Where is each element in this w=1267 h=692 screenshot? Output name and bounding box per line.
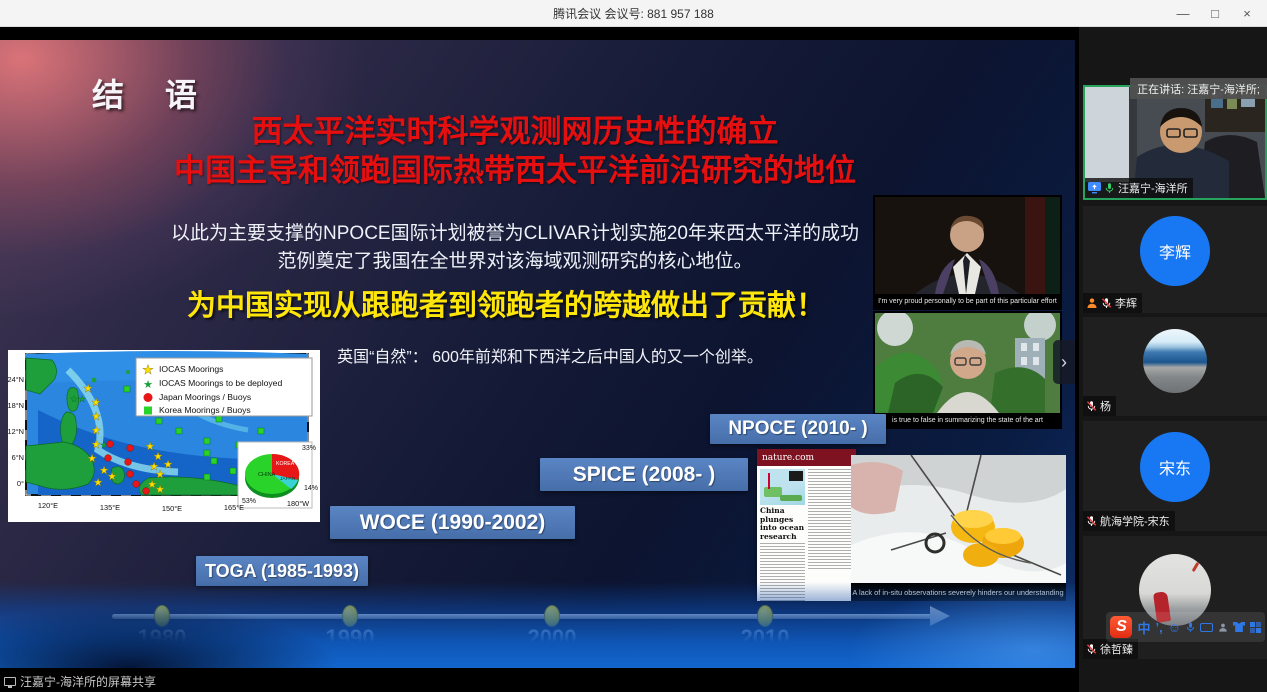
ime-toolbar[interactable]: S 中 ’, ☺: [1106, 612, 1265, 642]
svg-text:12°N: 12°N: [8, 427, 24, 436]
video-caption: I'm very proud personally to be part of …: [875, 294, 1060, 308]
avatar: 李辉: [1140, 216, 1210, 286]
legend-label: IOCAS Moorings to be deployed: [159, 378, 282, 388]
svg-text:★: ★: [91, 397, 101, 409]
svg-text:★: ★: [163, 459, 173, 471]
svg-text:★: ★: [107, 471, 117, 483]
video-caption: is true to false in summarizing the stat…: [875, 413, 1060, 427]
svg-text:18°N: 18°N: [8, 401, 24, 410]
svg-text:24°N: 24°N: [8, 375, 24, 384]
ime-toolbox-icon[interactable]: [1250, 622, 1261, 633]
pie-japan-label: JAPAN: [280, 476, 296, 482]
participant-tile-songdong[interactable]: 宋东 航海学院-宋东: [1083, 421, 1267, 531]
screen-share-area: 结 语 西太平洋实时科学观测网历史性的确立 中国主导和领跑国际热带西太平洋前沿研…: [0, 27, 1075, 692]
legend-label: Japan Moorings / Buoys: [159, 392, 251, 402]
presentation-slide: 结 语 西太平洋实时科学观测网历史性的确立 中国主导和领跑国际热带西太平洋前沿研…: [0, 40, 1075, 668]
participant-name: 徐哲臻: [1100, 641, 1133, 657]
minimize-button[interactable]: —: [1169, 3, 1197, 25]
map-legend: ★ ★ IOCAS Moorings IOCAS Moorings to be …: [136, 358, 312, 416]
mic-muted-icon: [1086, 515, 1097, 527]
ime-punctuation-icon[interactable]: ’,: [1155, 620, 1162, 635]
share-status-bar: 汪嘉宁-海洋所的屏幕共享: [4, 673, 156, 690]
svg-text:120°E: 120°E: [38, 501, 58, 510]
svg-text:180°W: 180°W: [287, 499, 309, 508]
participant-tile-wangjianing[interactable]: 汪嘉宁-海洋所: [1083, 85, 1267, 200]
slide-section-title: 结 语: [92, 70, 213, 116]
pie-korea-pct: 33%: [302, 445, 316, 452]
host-person-icon: [1086, 297, 1098, 309]
timeline-label-spice: SPICE (2008- ): [540, 458, 748, 491]
svg-text:★: ★: [87, 453, 97, 465]
nature-photo-thumb: [789, 471, 803, 481]
svg-text:6°N: 6°N: [12, 453, 24, 462]
ime-language-mode[interactable]: 中: [1137, 618, 1150, 637]
window-titlebar: 腾讯会议 会议号: 881 957 188 — □ ×: [0, 0, 1267, 27]
nature-text-lines: [808, 469, 853, 569]
avatar: 宋东: [1140, 432, 1210, 502]
svg-text:★: ★: [91, 411, 101, 423]
ime-voice-icon[interactable]: [1186, 621, 1195, 633]
participant-name: 汪嘉宁-海洋所: [1118, 180, 1188, 196]
ime-skin-icon[interactable]: [1233, 622, 1245, 632]
participant-name: 杨: [1100, 398, 1111, 414]
mic-on-icon: [1104, 182, 1115, 194]
nature-site-banner: nature.com: [757, 449, 856, 466]
timeline-label-woce: WOCE (1990-2002): [330, 506, 575, 539]
svg-text:★: ★: [70, 394, 78, 404]
speaker-podium-still: [875, 197, 1060, 294]
mic-muted-icon: [1101, 297, 1112, 309]
sidebar-collapse-button[interactable]: ›: [1053, 340, 1075, 384]
ocean-wave-footer: [0, 582, 1075, 668]
pie-japan-pct: 14%: [304, 485, 318, 492]
svg-text:★: ★: [78, 394, 86, 404]
active-speaker-banner: 正在讲话: 汪嘉宁-海洋所;: [1130, 78, 1267, 99]
svg-text:0°: 0°: [17, 479, 24, 488]
nature-article-clipping: nature.com China plunges into ocean rese…: [757, 449, 856, 601]
svg-text:★: ★: [91, 425, 101, 437]
moorings-map: ★★★ ★★★ ★★★ ★★★ ★★★ ★ ★★★: [8, 350, 320, 522]
buoy-video-still: A lack of in-situ observations severely …: [851, 455, 1066, 601]
participants-sidebar: 正在讲话: 汪嘉宁-海洋所; 汪嘉宁-海洋所: [1075, 27, 1267, 692]
close-button[interactable]: ×: [1233, 3, 1261, 25]
screen-share-status-icon: [4, 677, 16, 686]
legend-green-star-icon: ★: [143, 379, 153, 391]
ime-person-icon[interactable]: [1218, 622, 1228, 633]
mic-muted-icon: [1086, 400, 1097, 412]
slide-highlight-line: 为中国实现从跟跑者到领跑者的跨越做出了贡献！: [0, 282, 1012, 324]
svg-text:150°E: 150°E: [162, 504, 182, 513]
participant-name: 李辉: [1115, 295, 1137, 311]
ime-keyboard-icon[interactable]: [1200, 623, 1213, 632]
sogou-logo-icon[interactable]: S: [1110, 616, 1132, 638]
nature-headline: China plunges into ocean research: [760, 507, 805, 541]
svg-text:★: ★: [93, 477, 103, 489]
avatar-sea-photo: [1143, 329, 1207, 393]
legend-green-square-icon: [144, 407, 152, 415]
legend-label: IOCAS Moorings: [159, 364, 223, 374]
svg-text:165°E: 165°E: [224, 503, 244, 512]
screen-share-icon: [1088, 182, 1101, 194]
testimonial-video-bottom: is true to false in summarizing the stat…: [873, 311, 1062, 429]
participant-name: 航海学院-宋东: [1100, 513, 1170, 529]
svg-text:135°E: 135°E: [100, 503, 120, 512]
maximize-button[interactable]: □: [1201, 3, 1229, 25]
slide-headline: 西太平洋实时科学观测网历史性的确立 中国主导和领跑国际热带西太平洋前沿研究的地位: [0, 112, 1030, 190]
pie-korea-label: KOREA: [276, 461, 295, 467]
testimonial-video-top: I'm very proud personally to be part of …: [873, 195, 1062, 310]
legend-yellow-star-icon: ★: [142, 362, 154, 377]
svg-text:★: ★: [155, 484, 165, 496]
mic-muted-icon: [1086, 643, 1097, 655]
scientist-outdoor-still: [875, 313, 1060, 413]
headline-line2: 中国主导和领跑国际热带西太平洋前沿研究的地位: [0, 151, 1030, 190]
legend-label: Korea Moorings / Buoys: [159, 405, 251, 415]
nature-article-map: [760, 469, 805, 505]
pie-china-label: CHINA: [258, 472, 276, 478]
ime-emoji-icon[interactable]: ☺: [1168, 620, 1181, 635]
window-title: 腾讯会议 会议号: 881 957 188: [553, 5, 714, 22]
legend-red-dot-icon: [144, 393, 153, 402]
participant-tile-yang[interactable]: 杨: [1083, 317, 1267, 416]
participant-tile-lihui[interactable]: 李辉 李辉: [1083, 206, 1267, 313]
share-status-text: 汪嘉宁-海洋所的屏幕共享: [20, 673, 156, 690]
timeline-label-npoce: NPOCE (2010- ): [710, 414, 886, 444]
headline-line1: 西太平洋实时科学观测网历史性的确立: [0, 112, 1030, 151]
